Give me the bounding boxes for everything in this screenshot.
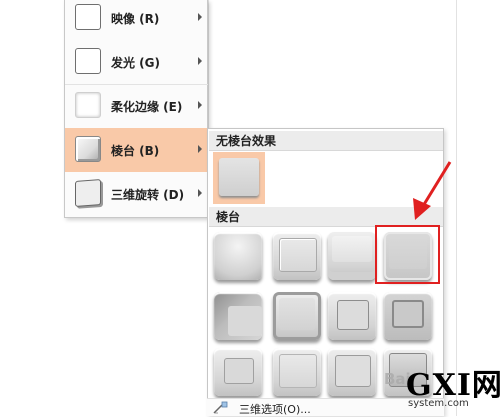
chevron-right-icon [198, 13, 202, 21]
bevel-preset-5[interactable] [214, 292, 262, 340]
bevel-preset-8[interactable] [384, 292, 432, 340]
menu-item-soft-edges[interactable]: 柔化边缘 (E) [65, 84, 208, 128]
section-header-bevel: 棱台 [209, 207, 443, 227]
document-divider [456, 0, 457, 416]
menu-item-bevel[interactable]: 棱台 (B) [65, 128, 208, 172]
bevel-preset-2[interactable] [273, 232, 321, 280]
bevel-preset-3[interactable] [328, 232, 376, 280]
no-bevel-preview [219, 158, 259, 196]
no-bevel-option[interactable] [213, 152, 265, 204]
menu-item-label: 发光 (G) [111, 56, 160, 70]
menu-item-glow[interactable]: 发光 (G) [65, 40, 208, 84]
highlight-box [375, 225, 440, 284]
watermark-logo-sub: system.com [408, 398, 469, 409]
bevel-effect-icon [75, 136, 101, 162]
menu-item-reflection[interactable]: 映像 (R) [65, 0, 208, 40]
chevron-right-icon [198, 101, 202, 109]
bevel-preset-10[interactable] [273, 348, 321, 396]
menu-item-label: 柔化边缘 (E) [111, 100, 183, 114]
3d-options-label: 三维选项(O)... [239, 403, 311, 416]
menu-item-label: 三维旋转 (D) [111, 188, 185, 202]
chevron-right-icon [198, 145, 202, 153]
section-header-no-bevel: 无棱台效果 [209, 131, 443, 151]
bevel-preset-9[interactable] [214, 348, 262, 396]
reflection-effect-icon [75, 4, 101, 30]
menu-item-label: 棱台 (B) [111, 144, 160, 158]
chevron-right-icon [198, 189, 202, 197]
menu-item-3d-rotation[interactable]: 三维旋转 (D) [65, 172, 208, 216]
3d-rotation-effect-icon [75, 179, 101, 207]
bevel-preset-7[interactable] [328, 292, 376, 340]
bevel-preset-1[interactable] [214, 232, 262, 280]
bevel-preset-6[interactable] [273, 292, 321, 340]
watermark-logo: GXI网 system.com [406, 360, 504, 416]
glow-effect-icon [75, 48, 101, 74]
chevron-right-icon [198, 57, 202, 65]
menu-item-label: 映像 (R) [111, 12, 160, 26]
soft-edges-effect-icon [75, 92, 101, 118]
bevel-preset-11[interactable] [328, 348, 376, 396]
effects-menu: 映像 (R) 发光 (G) 柔化边缘 (E) 棱台 (B) 三维旋转 (D) [64, 0, 208, 218]
3d-options-icon [213, 401, 228, 414]
